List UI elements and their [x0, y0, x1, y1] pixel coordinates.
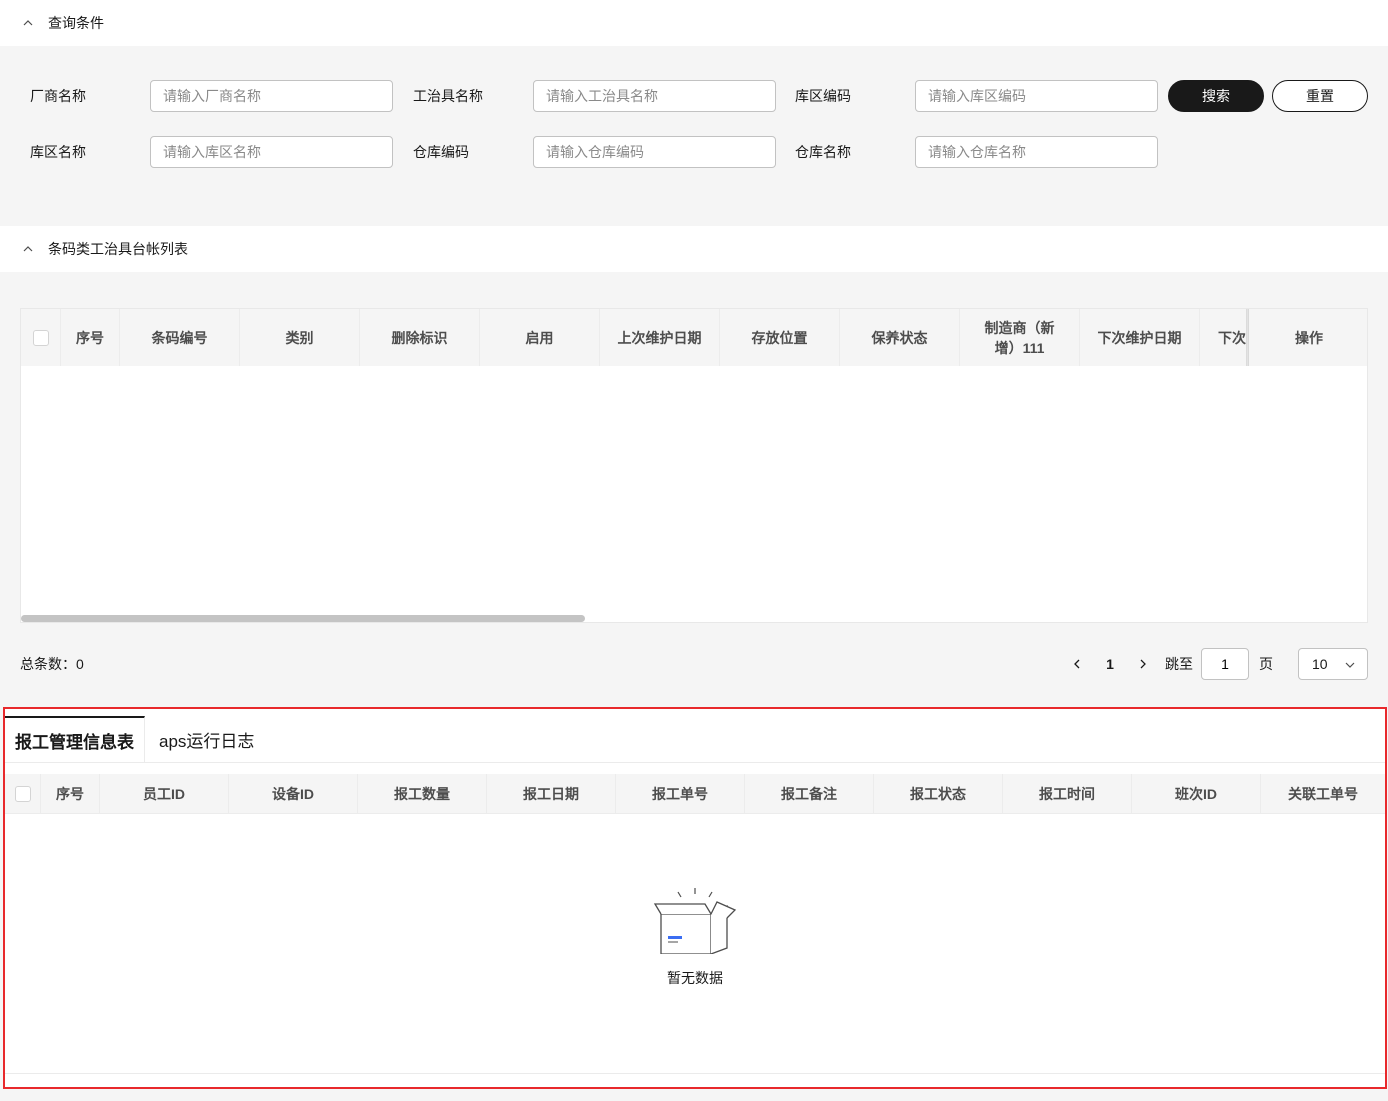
area-name-input[interactable]	[150, 136, 393, 168]
select-all-checkbox[interactable]	[32, 329, 49, 346]
warehouse-name-label: 仓库名称	[795, 144, 851, 160]
divider	[5, 1073, 1385, 1074]
column-header[interactable]: 存放位置	[720, 309, 840, 366]
report-table-header: 序号 员工ID 设备ID 报工数量 报工日期 报工单号 报工备注 报工状态 报工…	[5, 774, 1385, 814]
chevron-up-icon	[23, 246, 33, 252]
tool-ledger-table: 序号 条码编号 类别 删除标识 启用 上次维护日期 存放位置 保养状态 制造商（…	[20, 308, 1368, 623]
select-all-cell	[5, 774, 41, 814]
column-header[interactable]: 报工单号	[616, 774, 745, 814]
chevron-up-icon	[23, 20, 33, 26]
horizontal-scrollbar[interactable]	[21, 615, 585, 622]
list-panel: 序号 条码编号 类别 删除标识 启用 上次维护日期 存放位置 保养状态 制造商（…	[0, 272, 1388, 702]
chevron-left-icon	[1074, 659, 1080, 669]
tool-name-label: 工治具名称	[413, 88, 483, 104]
jump-label: 跳至	[1165, 656, 1193, 672]
column-header[interactable]: 类别	[240, 309, 360, 366]
column-header[interactable]: 设备ID	[229, 774, 358, 814]
column-header[interactable]: 序号	[61, 309, 120, 366]
query-section-header[interactable]: 查询条件	[0, 0, 1388, 46]
tab-report-info[interactable]: 报工管理信息表	[5, 716, 145, 762]
warehouse-code-input[interactable]	[533, 136, 776, 168]
chevron-right-icon	[1140, 659, 1146, 669]
operation-column-header: 操作	[1248, 309, 1367, 366]
column-header[interactable]: 序号	[41, 774, 100, 814]
search-button[interactable]: 搜索	[1168, 80, 1264, 112]
column-header[interactable]: 员工ID	[100, 774, 229, 814]
report-panel: 报工管理信息表 aps运行日志 序号 员工ID 设备ID 报工数量 报工日期 报…	[3, 707, 1387, 1089]
column-header[interactable]: 保养状态	[840, 309, 960, 366]
current-page[interactable]: 1	[1097, 656, 1123, 672]
total-count: 总条数：0	[20, 656, 84, 672]
column-header[interactable]: 报工备注	[745, 774, 874, 814]
table-header: 序号 条码编号 类别 删除标识 启用 上次维护日期 存放位置 保养状态 制造商（…	[21, 309, 1367, 366]
column-header[interactable]: 报工数量	[358, 774, 487, 814]
vendor-name-input[interactable]	[150, 80, 393, 112]
area-name-label: 库区名称	[30, 144, 86, 160]
page-size-value: 10	[1312, 656, 1328, 672]
area-code-input[interactable]	[915, 80, 1158, 112]
column-header[interactable]: 报工日期	[487, 774, 616, 814]
column-header[interactable]: 班次ID	[1132, 774, 1261, 814]
column-header[interactable]: 下次维护日期	[1080, 309, 1200, 366]
tool-name-input[interactable]	[533, 80, 776, 112]
warehouse-name-input[interactable]	[915, 136, 1158, 168]
column-header[interactable]: 条码编号	[120, 309, 240, 366]
pagination: 1 跳至 页	[1067, 648, 1273, 680]
column-header[interactable]: 关联工单号	[1261, 774, 1385, 814]
vendor-name-label: 厂商名称	[30, 88, 86, 104]
tab-bar: 报工管理信息表 aps运行日志	[5, 709, 1385, 763]
page-size-select[interactable]: 10	[1298, 648, 1368, 680]
list-section-title: 条码类工治具台帐列表	[48, 241, 188, 257]
column-header[interactable]: 制造商（新增）111	[960, 309, 1080, 366]
list-section-header[interactable]: 条码类工治具台帐列表	[0, 226, 1388, 272]
empty-text: 暂无数据	[667, 970, 723, 986]
page-suffix: 页	[1259, 656, 1273, 672]
warehouse-code-label: 仓库编码	[413, 144, 469, 160]
empty-state: 暂无数据	[5, 884, 1385, 988]
column-header[interactable]: 报工状态	[874, 774, 1003, 814]
tab-aps-log[interactable]: aps运行日志	[149, 716, 264, 762]
column-header[interactable]: 删除标识	[360, 309, 480, 366]
column-header[interactable]: 启用	[480, 309, 600, 366]
next-page-button[interactable]	[1133, 654, 1153, 674]
select-all-cell	[21, 309, 61, 366]
column-header[interactable]: 报工时间	[1003, 774, 1132, 814]
empty-box-icon	[653, 888, 737, 954]
area-code-label: 库区编码	[795, 88, 851, 104]
jump-page-input[interactable]	[1201, 648, 1249, 680]
reset-button[interactable]: 重置	[1272, 80, 1368, 112]
chevron-down-icon	[1345, 662, 1355, 668]
column-header[interactable]: 上次维护日期	[600, 309, 720, 366]
query-section-title: 查询条件	[48, 15, 104, 31]
select-all-checkbox[interactable]	[14, 786, 31, 802]
prev-page-button[interactable]	[1067, 654, 1087, 674]
